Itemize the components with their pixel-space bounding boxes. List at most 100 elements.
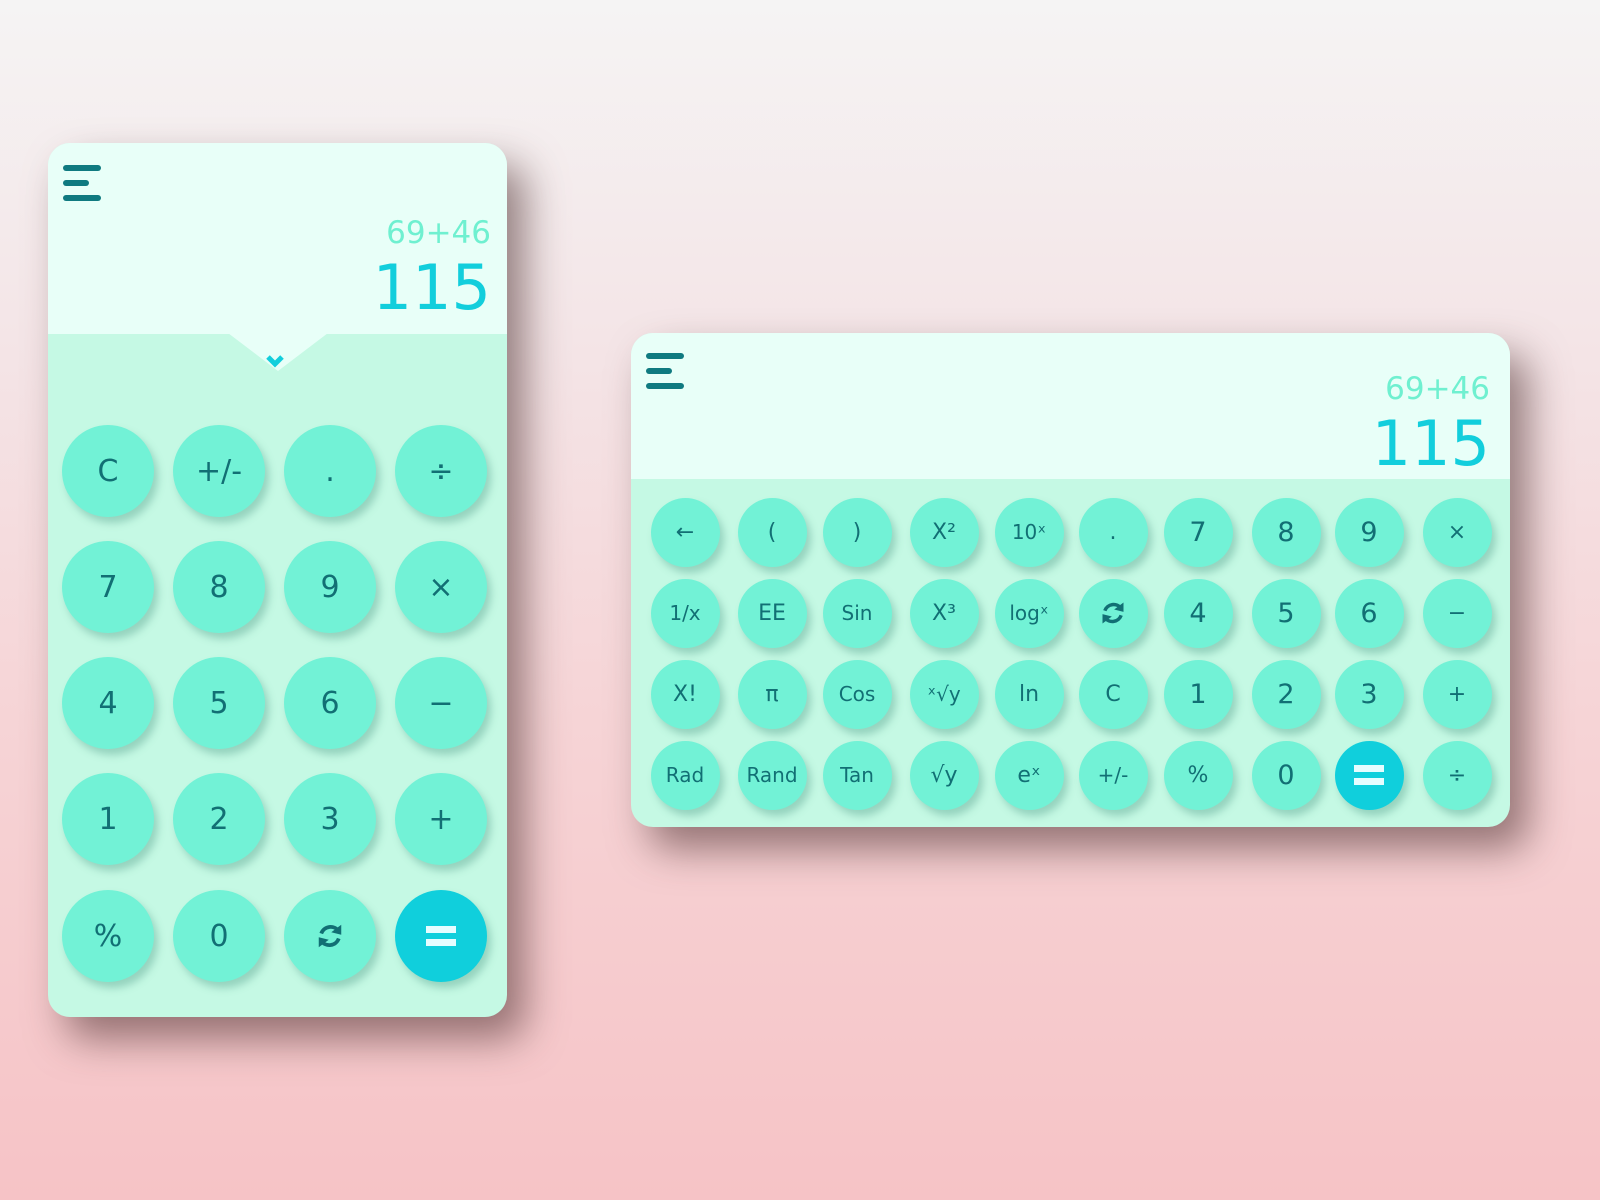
- key-subtract-button[interactable]: −: [1422, 578, 1492, 648]
- key-factorial-button[interactable]: X!: [650, 659, 720, 729]
- key-label: X³: [932, 600, 956, 626]
- key-label: ÷: [1447, 762, 1467, 788]
- hamburger-menu-icon[interactable]: [646, 353, 684, 389]
- key-label: +/-: [195, 453, 243, 489]
- key-label: 3: [320, 801, 340, 837]
- key-divide-button[interactable]: ÷: [395, 425, 487, 517]
- key-label: −: [1447, 600, 1467, 626]
- key-digit-8-button[interactable]: 8: [1251, 497, 1321, 567]
- key-random-button[interactable]: Rand: [737, 740, 807, 810]
- key-label: %: [1187, 762, 1209, 788]
- key-equals-button[interactable]: [395, 890, 487, 982]
- key-label: 6: [1360, 597, 1378, 629]
- key-digit-8-button[interactable]: 8: [173, 541, 265, 633]
- key-refresh-button[interactable]: [284, 890, 376, 982]
- key-natural-log-button[interactable]: ln: [994, 659, 1064, 729]
- key-label: C: [1105, 681, 1121, 707]
- key-label: +/-: [1097, 763, 1129, 787]
- key-digit-9-button[interactable]: 9: [284, 541, 376, 633]
- key-label: ÷: [428, 453, 454, 489]
- key-label: 7: [1189, 516, 1207, 548]
- key-label: −: [428, 685, 454, 721]
- key-cube-button[interactable]: X³: [909, 578, 979, 648]
- key-pi-button[interactable]: π: [737, 659, 807, 729]
- key-close-paren-button[interactable]: ): [822, 497, 892, 567]
- key-e-power-button[interactable]: eˣ: [994, 740, 1064, 810]
- key-negate-button[interactable]: +/-: [173, 425, 265, 517]
- key-digit-1-button[interactable]: 1: [62, 773, 154, 865]
- key-reciprocal-button[interactable]: 1/x: [650, 578, 720, 648]
- key-percent-button[interactable]: %: [62, 890, 154, 982]
- key-nth-root-button[interactable]: ˣ√y: [909, 659, 979, 729]
- key-label: 8: [209, 569, 229, 605]
- key-digit-0-button[interactable]: 0: [1251, 740, 1321, 810]
- key-digit-4-button[interactable]: 4: [62, 657, 154, 749]
- hamburger-menu-icon[interactable]: [63, 165, 101, 201]
- key-percent-button[interactable]: %: [1163, 740, 1233, 810]
- key-label: 0: [1277, 759, 1295, 791]
- key-decimal-button[interactable]: .: [284, 425, 376, 517]
- key-multiply-button[interactable]: ×: [395, 541, 487, 633]
- key-sine-button[interactable]: Sin: [822, 578, 892, 648]
- key-digit-7-button[interactable]: 7: [62, 541, 154, 633]
- key-clear-button[interactable]: C: [62, 425, 154, 517]
- key-label: 6: [320, 685, 340, 721]
- key-square-button[interactable]: X²: [909, 497, 979, 567]
- portrait-calculator: 69+46 115 C +/-. ÷ 7 8 9 × 4 5 6 − 1 2 3 +% 0: [48, 143, 507, 1017]
- key-digit-5-button[interactable]: 5: [173, 657, 265, 749]
- key-digit-2-button[interactable]: 2: [173, 773, 265, 865]
- key-label: Rad: [665, 763, 705, 787]
- key-digit-3-button[interactable]: 3: [284, 773, 376, 865]
- key-digit-5-button[interactable]: 5: [1251, 578, 1321, 648]
- key-label: 1: [1189, 678, 1207, 710]
- key-equals-button[interactable]: [1334, 740, 1404, 810]
- key-multiply-button[interactable]: ×: [1422, 497, 1492, 567]
- key-digit-4-button[interactable]: 4: [1163, 578, 1233, 648]
- key-label: 5: [209, 685, 229, 721]
- key-refresh-button[interactable]: [1078, 578, 1148, 648]
- key-digit-6-button[interactable]: 6: [284, 657, 376, 749]
- key-digit-3-button[interactable]: 3: [1334, 659, 1404, 729]
- key-tangent-button[interactable]: Tan: [822, 740, 892, 810]
- key-add-button[interactable]: +: [395, 773, 487, 865]
- key-label: 2: [1277, 678, 1295, 710]
- result-display: 115: [372, 251, 491, 324]
- key-negate-button[interactable]: +/-: [1078, 740, 1148, 810]
- key-exponent-button[interactable]: EE: [737, 578, 807, 648]
- key-subtract-button[interactable]: −: [395, 657, 487, 749]
- key-label: X!: [673, 681, 697, 707]
- key-open-paren-button[interactable]: (: [737, 497, 807, 567]
- key-label: +: [1447, 681, 1467, 707]
- key-log-button[interactable]: logˣ: [994, 578, 1064, 648]
- key-label: X²: [932, 519, 956, 545]
- key-label: ×: [1447, 519, 1467, 545]
- key-label: 4: [1189, 597, 1207, 629]
- key-clear-button[interactable]: C: [1078, 659, 1148, 729]
- expression-display: 69+46: [1385, 371, 1490, 407]
- key-label: 0: [209, 918, 229, 954]
- key-digit-6-button[interactable]: 6: [1334, 578, 1404, 648]
- key-add-button[interactable]: +: [1422, 659, 1492, 729]
- key-digit-9-button[interactable]: 9: [1334, 497, 1404, 567]
- key-label: C: [97, 453, 119, 489]
- key-label: eˣ: [1017, 762, 1041, 788]
- result-display: 115: [1371, 407, 1490, 480]
- chevron-down-icon[interactable]: [266, 352, 284, 370]
- key-label: 8: [1277, 516, 1295, 548]
- key-digit-2-button[interactable]: 2: [1251, 659, 1321, 729]
- key-label: ×: [428, 569, 454, 605]
- key-decimal-button[interactable]: .: [1078, 497, 1148, 567]
- key-label: Cos: [838, 682, 876, 706]
- key-digit-1-button[interactable]: 1: [1163, 659, 1233, 729]
- key-cosine-button[interactable]: Cos: [822, 659, 892, 729]
- key-divide-button[interactable]: ÷: [1422, 740, 1492, 810]
- key-digit-7-button[interactable]: 7: [1163, 497, 1233, 567]
- key-ten-power-button[interactable]: 10ˣ: [994, 497, 1064, 567]
- landscape-calculator: 69+46 115 ← () X² 10ˣ. 7 8 9 × 1/x EE Sin X³ logˣ 4 5 6…: [631, 333, 1510, 827]
- key-digit-0-button[interactable]: 0: [173, 890, 265, 982]
- key-backspace-button[interactable]: ←: [650, 497, 720, 567]
- key-square-root-button[interactable]: √y: [909, 740, 979, 810]
- key-radians-button[interactable]: Rad: [650, 740, 720, 810]
- key-label: ←: [675, 519, 695, 545]
- key-label: 4: [98, 685, 118, 721]
